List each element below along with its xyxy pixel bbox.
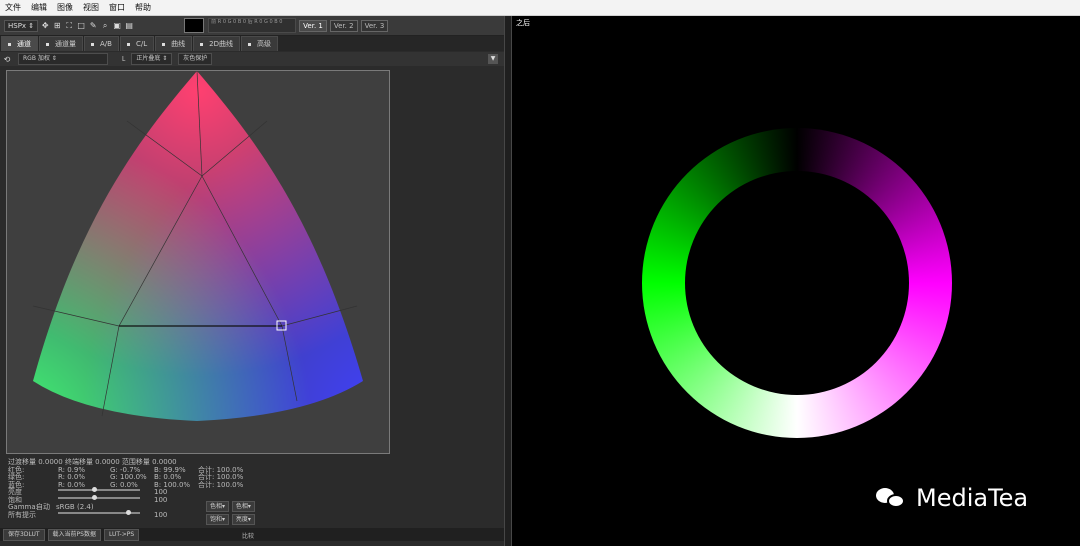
blend-select[interactable]: 正片叠底 ⇕ xyxy=(131,53,173,65)
tab-dot-icon xyxy=(200,42,204,46)
after-preview-panel: 之后 xyxy=(512,16,1080,546)
grid-icon[interactable]: ⊞ xyxy=(52,21,62,31)
tab-curves[interactable]: 曲线 xyxy=(155,36,193,51)
tab-channel[interactable]: 通道 xyxy=(1,36,38,51)
watermark-text: MediaTea xyxy=(916,484,1029,512)
menu-bar: 文件 编辑 图像 视图 窗口 帮助 xyxy=(0,0,1080,16)
slider-knob[interactable] xyxy=(126,509,131,515)
menu-view[interactable]: 视图 xyxy=(78,2,104,13)
hue-button-2[interactable]: 色相▾ xyxy=(231,501,255,512)
version-2-button[interactable]: Ver. 2 xyxy=(329,19,358,32)
color-swatch[interactable] xyxy=(184,18,205,33)
tab-dot-icon xyxy=(247,42,251,46)
version-3-button[interactable]: Ver. 3 xyxy=(360,19,389,32)
tab-dot-icon xyxy=(46,42,49,46)
zoom-icon[interactable]: ⌕ xyxy=(100,21,110,31)
brightness-slider[interactable] xyxy=(58,487,140,492)
saturation-slider[interactable] xyxy=(58,494,140,500)
r-value: R: 0.0% xyxy=(58,480,86,489)
brightness-row: 亮度 100 xyxy=(8,487,268,497)
tab-advanced[interactable]: 高级 xyxy=(240,36,278,51)
tab-dot-icon xyxy=(126,42,130,46)
menu-window[interactable]: 窗口 xyxy=(104,2,130,13)
save-3dlut-button[interactable]: 保存3DLUT xyxy=(3,528,45,541)
tab-label: 通道量 xyxy=(55,40,76,48)
toolbar: HSPx ⇕ ✥ ⊞ ⛶ □ ✎ ⌕ ▣ ▤ 前 R 0 G 0 B 0 后 R… xyxy=(0,16,504,36)
panel-menu-icon[interactable]: ▼ xyxy=(488,54,498,64)
bottom-bar: 保存3DLUT 载入当前PS数据 LUT->PS 比较 xyxy=(0,528,504,541)
all-slider[interactable] xyxy=(58,509,140,515)
link-icon: ᒪ xyxy=(122,55,126,63)
tab-label: 2D曲线 xyxy=(209,40,233,48)
blue-row: 蓝色: R: 0.0% G: 0.0% B: 100.0% 合计: 100.0% xyxy=(8,480,268,490)
mode-select[interactable]: HSPx ⇕ xyxy=(4,19,39,32)
menu-edit[interactable]: 编辑 xyxy=(26,2,52,13)
color-map-canvas[interactable] xyxy=(6,70,390,454)
frame-icon[interactable]: ⛶ xyxy=(64,21,74,31)
saturation-button[interactable]: 饱和▾ xyxy=(206,514,229,525)
rgb-weight-select[interactable]: RGB 加权 ⇕ xyxy=(18,53,108,65)
tab-cl[interactable]: C/L xyxy=(119,36,155,51)
gamut-triangle-graphic xyxy=(32,70,363,421)
eyedropper-icon[interactable]: ✎ xyxy=(88,21,98,31)
ring-center xyxy=(685,171,909,395)
brightness-button[interactable]: 亮度▾ xyxy=(231,514,255,525)
color-values: 前 R 0 G 0 B 0 后 R 0 G 0 B 0 xyxy=(208,18,297,33)
tab-ab[interactable]: A/B xyxy=(84,36,119,51)
menu-file[interactable]: 文件 xyxy=(0,2,26,13)
move-icon[interactable]: ✥ xyxy=(40,21,50,31)
save-icon[interactable]: ▤ xyxy=(124,21,134,31)
left-panel: HSPx ⇕ ✥ ⊞ ⛶ □ ✎ ⌕ ▣ ▤ 前 R 0 G 0 B 0 后 R… xyxy=(0,16,504,546)
panel-splitter[interactable] xyxy=(504,16,512,546)
all-value: 100 xyxy=(154,510,168,519)
box-icon[interactable]: ▣ xyxy=(112,21,122,31)
tab-label: 高级 xyxy=(256,40,271,48)
tab-label: A/B xyxy=(100,40,112,48)
version-1-button[interactable]: Ver. 1 xyxy=(299,19,327,32)
slider-knob[interactable] xyxy=(92,487,97,492)
after-label: 之后 xyxy=(516,19,530,27)
sum-value: 合计: 100.0% xyxy=(198,480,244,489)
gray-protect-button[interactable]: 灰色保护 xyxy=(178,53,213,65)
tab-dot-icon xyxy=(162,42,166,46)
gamma-value: sRGB (2.4) xyxy=(56,503,94,511)
tab-channel-amount[interactable]: 通道量 xyxy=(39,36,83,51)
reset-icon[interactable]: ⟲ xyxy=(2,54,12,64)
gamma-auto-toggle[interactable]: 自动 xyxy=(36,503,56,512)
g-value: G: 0.0% xyxy=(110,480,138,489)
tab-bar: 通道 通道量 A/B C/L 曲线 2D曲线 高级 xyxy=(0,36,504,51)
wechat-icon xyxy=(876,486,906,510)
tab-label: 曲线 xyxy=(171,40,186,48)
slider-knob[interactable] xyxy=(92,494,97,500)
lut-to-ps-button[interactable]: LUT->PS xyxy=(103,528,140,541)
tab-dot-icon xyxy=(91,42,94,46)
tab-2d-curves[interactable]: 2D曲线 xyxy=(193,36,240,51)
menu-help[interactable]: 帮助 xyxy=(130,2,156,13)
tab-dot-icon xyxy=(8,42,11,46)
options-bar: ⟲ RGB 加权 ⇕ ᒪ 正片叠底 ⇕ 灰色保护 ▼ xyxy=(0,52,504,66)
all-label: 所有提示 xyxy=(8,510,36,519)
saturation-value: 100 xyxy=(154,495,168,504)
tab-label: C/L xyxy=(135,40,148,48)
mode-buttons: 色相▾ 色相▾ 饱和▾ 亮度▾ xyxy=(206,501,258,527)
compare-label[interactable]: 比较 xyxy=(242,531,254,540)
tab-label: 通道 xyxy=(17,40,31,48)
watermark: MediaTea xyxy=(876,484,1028,512)
rect-icon[interactable]: □ xyxy=(76,21,86,31)
hue-button[interactable]: 色相▾ xyxy=(206,501,229,512)
menu-image[interactable]: 图像 xyxy=(52,2,78,13)
load-ps-data-button[interactable]: 载入当前PS数据 xyxy=(47,528,101,541)
